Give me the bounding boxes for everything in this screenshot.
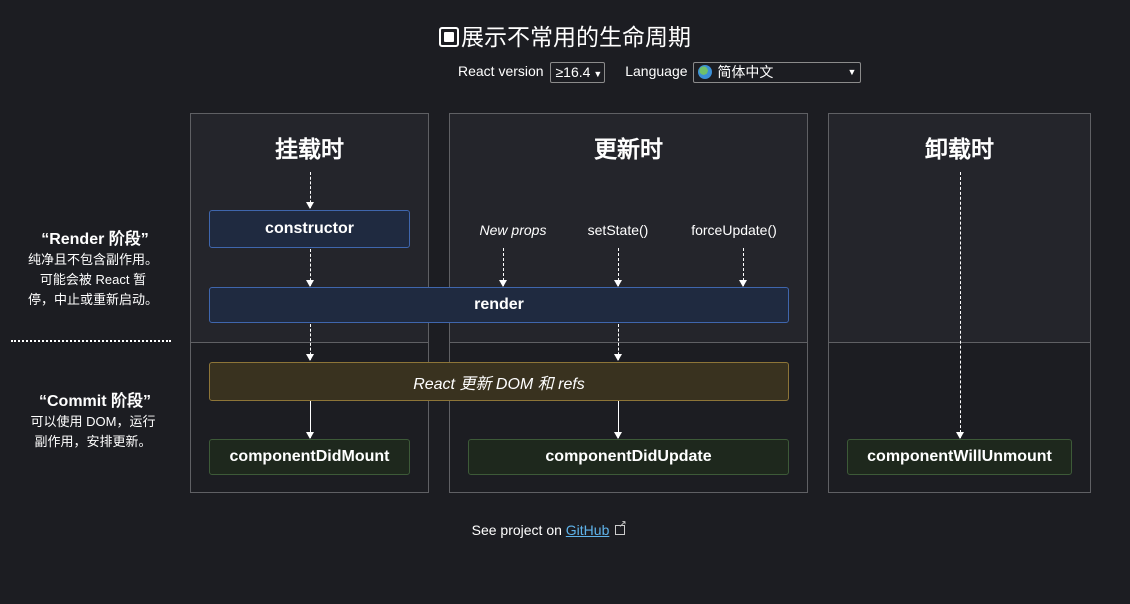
commit-desc-line: 副作用，安排更新。 xyxy=(34,434,152,449)
arrow-to-will-unmount xyxy=(956,172,964,439)
arrow-render-to-dom-update xyxy=(306,324,314,361)
arrow-render-to-dom-update xyxy=(614,324,622,361)
set-state-trigger: setState() xyxy=(587,222,649,238)
commit-phase-title: “Commit 阶段” xyxy=(38,393,151,410)
component-will-unmount-box[interactable]: componentWillUnmount xyxy=(847,439,1072,475)
render-desc-line: 停，中止或重新启动。 xyxy=(27,292,158,307)
render-phase-description: 纯净且不包含副作用。 可能会被 React 暂 停，中止或重新启动。 xyxy=(18,250,168,310)
arrow-to-did-update xyxy=(614,401,622,439)
force-update-trigger: forceUpdate() xyxy=(691,222,777,238)
phase-divider xyxy=(11,340,171,342)
render-desc-line: 纯净且不包含副作用。 xyxy=(27,252,158,267)
commit-phase-description: 可以使用 DOM，运行 副作用，安排更新。 xyxy=(18,412,168,452)
updating-title: 更新时 xyxy=(594,136,663,162)
footer-prefix: See project on xyxy=(471,522,562,538)
arrow-force-update-to-render xyxy=(739,248,747,287)
language-label: Language xyxy=(625,63,688,80)
react-dom-update-box[interactable]: React 更新 DOM 和 refs xyxy=(209,362,789,401)
react-version-value: ≥16.4 xyxy=(555,64,591,80)
render-phase-title: “Render 阶段” xyxy=(41,231,149,248)
page-title: 展示不常用的生命周期 xyxy=(461,24,691,50)
github-link[interactable]: GitHub xyxy=(566,522,610,538)
globe-icon xyxy=(698,65,713,79)
new-props-trigger: New props xyxy=(479,222,547,238)
react-version-label: React version xyxy=(458,63,544,80)
commit-desc-line: 可以使用 DOM，运行 xyxy=(30,414,156,429)
component-did-mount-box[interactable]: componentDidMount xyxy=(209,439,410,475)
react-version-select[interactable]: ≥16.4 ▼ xyxy=(550,62,606,83)
arrow-constructor-to-render xyxy=(306,249,314,287)
language-select[interactable]: 简体中文 ▼ xyxy=(693,62,862,83)
chevron-down-icon: ▼ xyxy=(847,67,857,77)
chevron-down-icon: ▼ xyxy=(593,69,603,79)
render-box[interactable]: render xyxy=(209,287,789,323)
external-link-icon xyxy=(615,519,627,535)
arrow-to-did-mount xyxy=(306,401,314,439)
arrow-set-state-to-render xyxy=(614,248,622,287)
arrow-to-constructor xyxy=(306,172,314,209)
render-desc-line: 可能会被 React 暂 xyxy=(39,272,147,287)
page-title-row: 展示不常用的生命周期 xyxy=(0,18,1130,52)
footer: See project on GitHub xyxy=(0,519,1097,538)
component-did-update-box[interactable]: componentDidUpdate xyxy=(468,439,789,475)
arrow-new-props-to-render xyxy=(499,248,507,287)
show-less-common-checkbox[interactable] xyxy=(439,27,459,47)
language-value: 简体中文 xyxy=(717,64,774,80)
unmounting-title: 卸载时 xyxy=(925,136,994,162)
mounting-title: 挂载时 xyxy=(275,136,344,162)
controls-bar: React version ≥16.4 ▼ Language 简体中文 ▼ xyxy=(458,62,862,83)
constructor-box[interactable]: constructor xyxy=(209,210,410,248)
